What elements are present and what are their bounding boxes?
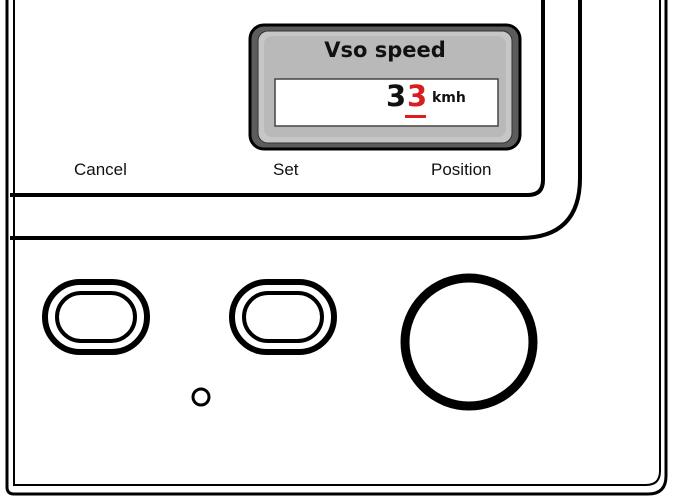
left-oval-button[interactable] — [42, 279, 150, 355]
readout-digit-fixed: 3 — [386, 79, 407, 113]
readout-unit: kmh — [432, 90, 466, 106]
middle-oval-button[interactable] — [229, 279, 337, 355]
rotary-knob[interactable] — [400, 273, 538, 411]
device-panel — [5, 0, 668, 496]
softkey-label-cancel: Cancel — [74, 160, 127, 179]
softkey-label-position: Position — [431, 160, 492, 179]
readout-title: Vso speed — [324, 38, 446, 62]
edit-cursor — [405, 115, 426, 118]
softkey-label-set: Set — [273, 160, 299, 179]
status-led — [191, 387, 211, 407]
readout-digit-editing: 3 — [407, 79, 428, 113]
